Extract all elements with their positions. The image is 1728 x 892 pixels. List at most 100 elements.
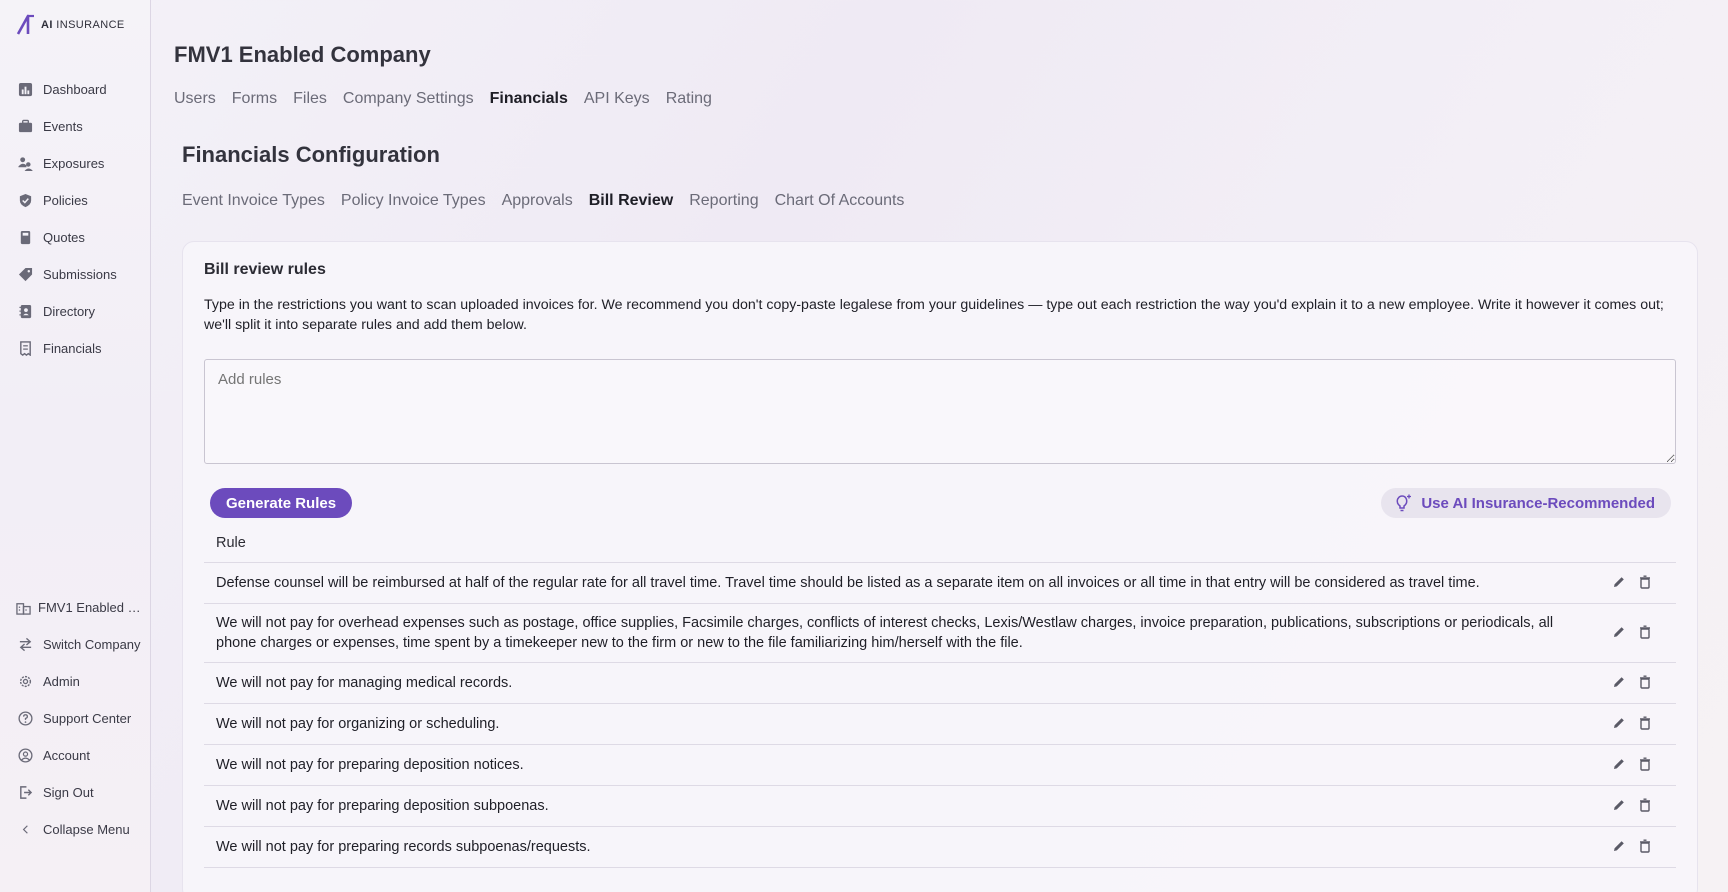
sidebar-item-label: Financials	[43, 341, 102, 356]
sidebar-item-events[interactable]: Events	[0, 108, 150, 145]
table-row: We will not pay for managing medical rec…	[204, 663, 1676, 704]
sidebar-item-account[interactable]: Account	[0, 737, 150, 774]
table-header-rule: Rule	[204, 523, 1676, 563]
building-icon	[16, 603, 31, 615]
lightbulb-sparkle-icon	[1396, 494, 1412, 512]
tab-files[interactable]: Files	[293, 90, 327, 108]
sidebar-item-label: Collapse Menu	[43, 822, 130, 837]
tab-financials[interactable]: Financials	[490, 90, 568, 108]
subtab-bill-review[interactable]: Bill Review	[589, 192, 673, 210]
card-description: Type in the restrictions you want to sca…	[204, 297, 1664, 333]
sidebar-item-sign-out[interactable]: Sign Out	[0, 774, 150, 811]
trash-icon	[1640, 798, 1650, 812]
sidebar-item-label: Directory	[43, 304, 96, 319]
trash-icon	[1640, 625, 1650, 639]
generate-rules-button[interactable]: Generate Rules	[210, 488, 353, 518]
logo-mark-icon	[16, 14, 34, 35]
pencil-icon	[1614, 718, 1624, 728]
trash-icon	[1640, 757, 1650, 771]
rule-text: Defense counsel will be reimbursed at ha…	[216, 575, 1480, 591]
shield-icon	[19, 193, 32, 208]
sidebar-item-label: FMV1 Enabled Company	[38, 600, 143, 615]
sidebar-item-financials[interactable]: Financials	[0, 330, 150, 367]
trash-icon	[1640, 675, 1650, 689]
delete-button[interactable]	[1638, 716, 1654, 732]
user-circle-icon	[18, 748, 33, 763]
main-content: FMV1 Enabled Company Users Forms Files C…	[174, 0, 1714, 892]
use-recommended-label: Use AI Insurance-Recommended	[1421, 494, 1655, 512]
sidebar-item-label: Switch Company	[43, 637, 141, 652]
edit-button[interactable]	[1612, 675, 1628, 691]
sidebar-item-switch-company[interactable]: Switch Company	[0, 626, 150, 663]
row-actions	[1606, 675, 1676, 691]
edit-button[interactable]	[1612, 757, 1628, 773]
sign-out-icon	[20, 786, 33, 799]
delete-button[interactable]	[1638, 675, 1654, 691]
card-title: Bill review rules	[204, 261, 326, 278]
tab-forms[interactable]: Forms	[232, 90, 277, 108]
sidebar-item-directory[interactable]: Directory	[0, 293, 150, 330]
add-rules-input[interactable]	[204, 359, 1676, 464]
sidebar-item-policies[interactable]: Policies	[0, 182, 150, 219]
pencil-icon	[1614, 841, 1624, 851]
briefcase-icon	[18, 119, 33, 133]
pencil-icon	[1614, 759, 1624, 769]
row-actions	[1606, 757, 1676, 773]
subtab-chart-of-accounts[interactable]: Chart Of Accounts	[775, 192, 905, 210]
delete-button[interactable]	[1638, 757, 1654, 773]
sidebar: AI INSURANCE Dashboard Events Exposures …	[0, 0, 151, 892]
delete-button[interactable]	[1638, 798, 1654, 814]
subtab-event-invoice-types[interactable]: Event Invoice Types	[182, 192, 325, 210]
rule-text: We will not pay for preparing deposition…	[216, 757, 524, 773]
trash-icon	[1640, 716, 1650, 730]
brand-logo[interactable]: AI INSURANCE	[16, 14, 125, 36]
rule-text: We will not pay for preparing deposition…	[216, 798, 549, 814]
edit-button[interactable]	[1612, 716, 1628, 732]
table-row: We will not pay for preparing deposition…	[204, 786, 1676, 827]
rules-table: Rule Defense counsel will be reimbursed …	[204, 523, 1676, 868]
table-row: We will not pay for overhead expenses su…	[204, 604, 1676, 663]
gear-icon	[19, 675, 32, 688]
switch-icon	[19, 637, 32, 652]
sidebar-item-dashboard[interactable]: Dashboard	[0, 71, 150, 108]
sidebar-item-company[interactable]: FMV1 Enabled Company	[0, 589, 150, 626]
delete-button[interactable]	[1638, 839, 1654, 855]
edit-button[interactable]	[1612, 625, 1628, 641]
chevron-left-icon	[22, 825, 28, 834]
sidebar-item-quotes[interactable]: Quotes	[0, 219, 150, 256]
delete-button[interactable]	[1638, 575, 1654, 591]
delete-button[interactable]	[1638, 625, 1654, 641]
brand-name: AI INSURANCE	[41, 19, 125, 31]
pencil-icon	[1614, 577, 1624, 587]
sidebar-item-support-center[interactable]: Support Center	[0, 700, 150, 737]
people-icon	[18, 157, 33, 171]
subtab-reporting[interactable]: Reporting	[689, 192, 758, 210]
sidebar-item-admin[interactable]: Admin	[0, 663, 150, 700]
table-row: We will not pay for preparing records su…	[204, 827, 1676, 868]
rule-text: We will not pay for preparing records su…	[216, 839, 591, 855]
sidebar-item-exposures[interactable]: Exposures	[0, 145, 150, 182]
row-actions	[1606, 575, 1676, 591]
collapse-menu-button[interactable]: Collapse Menu	[0, 811, 150, 848]
table-row: Defense counsel will be reimbursed at ha…	[204, 563, 1676, 604]
question-icon	[18, 711, 33, 726]
table-row: We will not pay for preparing deposition…	[204, 745, 1676, 786]
row-actions	[1606, 716, 1676, 732]
rule-text: We will not pay for managing medical rec…	[216, 675, 513, 691]
sidebar-item-label: Account	[43, 748, 90, 763]
sidebar-item-label: Events	[43, 119, 83, 134]
edit-button[interactable]	[1612, 839, 1628, 855]
tab-api-keys[interactable]: API Keys	[584, 90, 650, 108]
subtab-approvals[interactable]: Approvals	[502, 192, 573, 210]
sidebar-item-label: Dashboard	[43, 82, 107, 97]
page-title: FMV1 Enabled Company	[174, 42, 431, 67]
tab-company-settings[interactable]: Company Settings	[343, 90, 474, 108]
tab-rating[interactable]: Rating	[666, 90, 712, 108]
sidebar-item-submissions[interactable]: Submissions	[0, 256, 150, 293]
use-recommended-button[interactable]: Use AI Insurance-Recommended	[1381, 488, 1671, 518]
edit-button[interactable]	[1612, 798, 1628, 814]
edit-button[interactable]	[1612, 575, 1628, 591]
calculator-icon	[20, 230, 31, 245]
subtab-policy-invoice-types[interactable]: Policy Invoice Types	[341, 192, 486, 210]
tab-users[interactable]: Users	[174, 90, 216, 108]
